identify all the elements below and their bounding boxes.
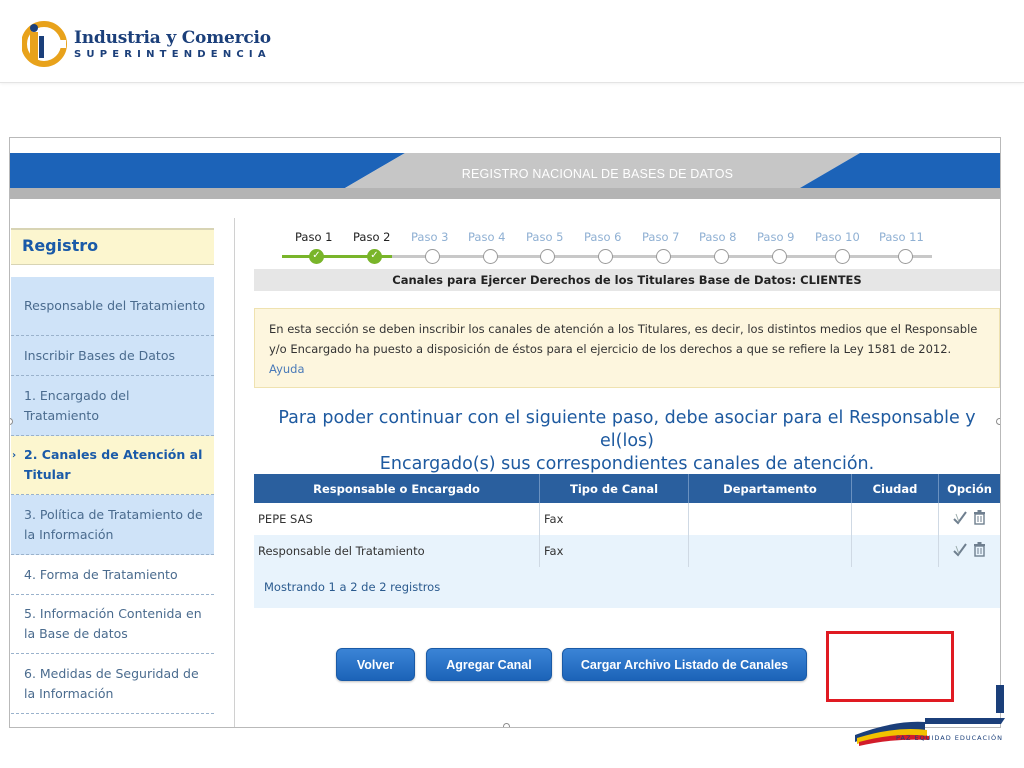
sic-logo[interactable]: Industria y Comercio SUPERINTENDENCIA [22,20,271,68]
step-pending-circle-icon [425,249,440,264]
step-pending-circle-icon [835,249,850,264]
sidebar-item-label: 4. Forma de Tratamiento [24,566,178,582]
sidebar-item-label: Inscribir Bases de Datos [24,347,175,363]
step-connector [334,255,392,258]
sidebar-item-informacion[interactable]: 5. Información Contenida en la Base de d… [11,595,214,654]
sic-logo-icon [22,21,67,67]
back-button[interactable]: Volver [336,648,415,681]
sidebar: Registro Responsable del Tratamiento Ins… [11,228,214,714]
sidebar-item-canales[interactable]: › 2. Canales de Atención al Titular [11,436,214,495]
resize-handle[interactable] [996,418,1000,425]
step-pending-circle-icon [898,249,913,264]
instruction-message: Para poder continuar con el siguiente pa… [254,407,1000,476]
info-text-line-1: En esta sección se deben inscribir los c… [269,322,978,336]
sidebar-item-encargado[interactable]: 1. Encargado del Tratamiento [11,376,214,436]
step-label-2: Paso 2 [353,230,391,244]
sidebar-item-inscribir[interactable]: Inscribir Bases de Datos [11,336,214,376]
info-box: En esta sección se deben inscribir los c… [254,308,1000,388]
step-label-1: Paso 1 [295,230,333,244]
sidebar-item-label: 1. Encargado del Tratamiento [24,387,130,423]
cell-departamento [689,535,852,567]
cell-departamento [689,503,852,535]
sidebar-item-forma[interactable]: 4. Forma de Tratamiento [11,555,214,595]
col-header-responsable[interactable]: Responsable o Encargado [254,474,540,503]
cell-tipo: Fax [540,535,689,567]
top-brand-bar: Industria y Comercio SUPERINTENDENCIA [0,0,1024,83]
table-row: PEPE SAS Fax [254,503,1000,535]
step-connector [282,255,334,258]
table-footer-count: Mostrando 1 a 2 de 2 registros [254,567,1000,608]
sidebar-item-label: 2. Canales de Atención al Titular [24,447,203,482]
channels-table: Responsable o Encargado Tipo de Canal De… [254,474,1000,608]
step-pending-circle-icon [656,249,671,264]
resize-handle[interactable] [503,723,510,727]
step-label-6: Paso 6 [584,230,622,244]
info-text-line-2: y/o Encargado ha puesto a disposición de… [269,342,952,356]
sidebar-item-label: 5. Información Contenida en la Base de d… [24,606,202,641]
cell-tipo: Fax [540,503,689,535]
sidebar-divider [234,218,235,727]
upload-channels-file-button[interactable]: Cargar Archivo Listado de Canales [562,648,807,681]
col-header-departamento[interactable]: Departamento [689,474,852,503]
table-header: Responsable o Encargado Tipo de Canal De… [254,474,1000,503]
stepper: Paso 1 ✓ Paso 2 ✓ Paso 3 Paso 4 Paso 5 P… [282,230,942,268]
government-motto: PAZ EQUIDAD EDUCACIÓN [896,734,1003,742]
sidebar-item-politica[interactable]: 3. Política de Tratamiento de la Informa… [11,495,214,555]
step-label-11: Paso 11 [879,230,924,244]
banner: REGISTRO NACIONAL DE BASES DE DATOS [10,153,1000,199]
cell-responsable: Responsable del Tratamiento [254,535,540,567]
step-pending-circle-icon [540,249,555,264]
delete-trash-icon[interactable] [973,542,986,560]
step-done-check-icon[interactable]: ✓ [367,249,382,264]
step-label-10: Paso 10 [815,230,860,244]
step-label-7: Paso 7 [642,230,680,244]
step-label-3: Paso 3 [411,230,449,244]
edit-icon[interactable] [953,542,967,560]
step-pending-circle-icon [714,249,729,264]
table-row: Responsable del Tratamiento Fax [254,535,1000,567]
step-pending-circle-icon [483,249,498,264]
step-label-9: Paso 9 [757,230,795,244]
instruction-line-2: Encargado(s) sus correspondientes canale… [379,454,875,474]
sidebar-item-responsable[interactable]: Responsable del Tratamiento [11,277,214,336]
brand-subtitle: SUPERINTENDENCIA [74,48,271,60]
help-link[interactable]: Ayuda [269,359,985,379]
instruction-line-1: Para poder continuar con el siguiente pa… [278,408,976,451]
step-pending-circle-icon [772,249,787,264]
sidebar-item-seguridad[interactable]: 6. Medidas de Seguridad de la Informació… [11,654,214,714]
col-header-ciudad[interactable]: Ciudad [852,474,939,503]
cell-responsable: PEPE SAS [254,503,540,535]
cell-options [939,535,1000,567]
edit-icon[interactable] [953,510,967,528]
col-header-tipo[interactable]: Tipo de Canal [540,474,689,503]
sidebar-item-label: 6. Medidas de Seguridad de la Informació… [24,665,199,701]
delete-trash-icon[interactable] [973,510,986,528]
cell-ciudad [852,503,939,535]
sidebar-item-label: 3. Política de Tratamiento de la Informa… [24,506,203,542]
banner-title: REGISTRO NACIONAL DE BASES DE DATOS [461,167,734,181]
cell-options [939,503,1000,535]
add-channel-button[interactable]: Agregar Canal [426,648,552,681]
sidebar-item-label: Responsable del Tratamiento [24,298,206,313]
section-title: Canales para Ejercer Derechos de los Tit… [254,269,1000,291]
step-label-8: Paso 8 [699,230,737,244]
cell-ciudad [852,535,939,567]
active-marker-icon: › [12,450,17,461]
step-label-4: Paso 4 [468,230,506,244]
step-done-check-icon[interactable]: ✓ [309,249,324,264]
sidebar-title: Registro [11,228,214,265]
col-header-opcion: Opción [947,481,992,496]
step-pending-circle-icon [598,249,613,264]
brand-name: Industria y Comercio [74,27,271,48]
step-label-5: Paso 5 [526,230,564,244]
